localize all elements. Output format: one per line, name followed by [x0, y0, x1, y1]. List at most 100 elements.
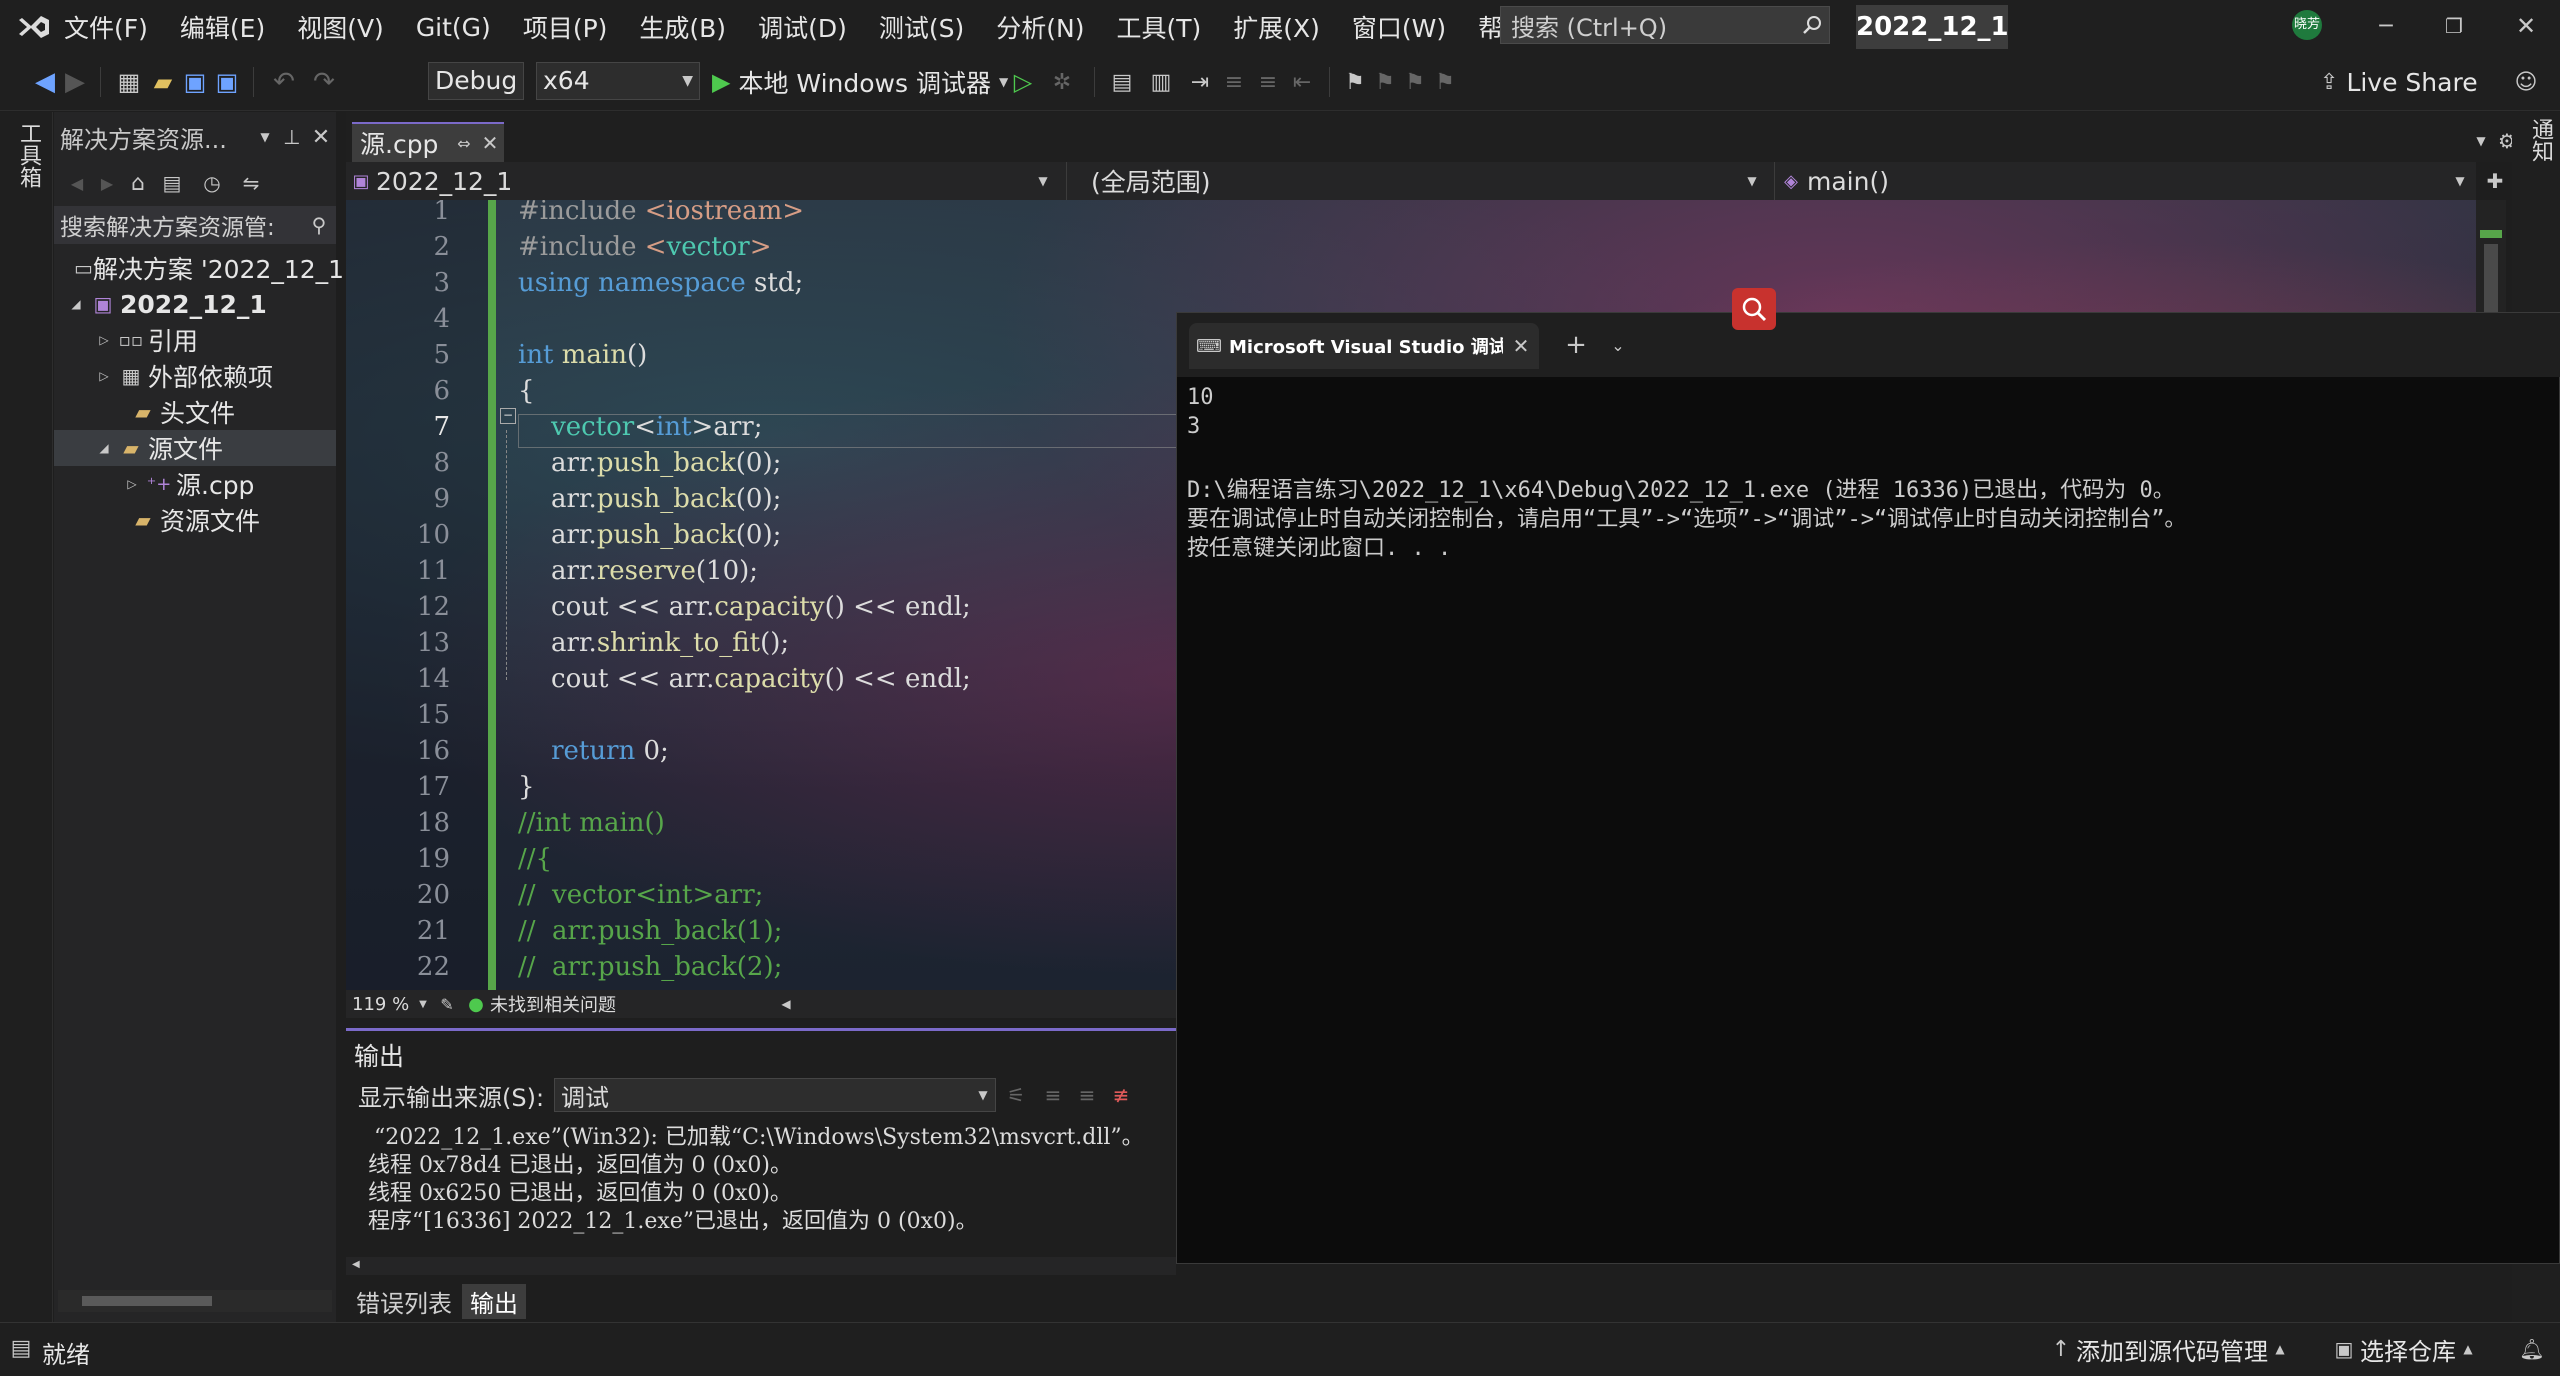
pin-icon[interactable]: ⊥: [278, 125, 306, 149]
chevron-down-icon[interactable]: ⌄: [1601, 327, 1635, 363]
tree-item-project[interactable]: ◢ ▣ 2022_12_1: [54, 286, 336, 322]
code-line[interactable]: #include <iostream>: [518, 200, 804, 226]
zoom-level[interactable]: 119 %: [352, 994, 414, 1015]
member-dropdown[interactable]: ◈ main() ▼: [1774, 162, 2475, 200]
collapsed-arrow-icon[interactable]: ▷: [94, 333, 114, 347]
save-icon[interactable]: ▣: [179, 68, 211, 96]
prev-message-icon[interactable]: ≡: [1036, 1083, 1070, 1107]
horizontal-scrollbar[interactable]: [58, 1290, 332, 1312]
live-share-button[interactable]: ⇪ Live Share: [2320, 62, 2478, 102]
layout-icon[interactable]: ▥: [1139, 70, 1183, 95]
expanded-arrow-icon[interactable]: ◢: [94, 441, 114, 455]
close-icon[interactable]: ✕: [2506, 8, 2546, 44]
console-tab[interactable]: ⌨ Microsoft Visual Studio 调试控 ✕: [1189, 323, 1539, 369]
issues-status[interactable]: 未找到相关问题: [490, 991, 616, 1017]
find-message-icon[interactable]: ⚟: [996, 1083, 1036, 1107]
code-line[interactable]: arr.push_back(0);: [518, 484, 781, 514]
back-icon[interactable]: ◀: [30, 67, 60, 97]
history-icon[interactable]: ◷: [190, 171, 234, 195]
sync-icon[interactable]: ⇋: [234, 171, 268, 195]
menu-edit[interactable]: 编辑(E): [180, 9, 265, 45]
clear-bookmarks-icon[interactable]: ⚑: [1430, 70, 1460, 95]
back-icon[interactable]: ◀: [62, 174, 92, 193]
solution-search-input[interactable]: 搜索解决方案资源管: ⚲: [54, 206, 336, 244]
code-line[interactable]: arr.push_back(0);: [518, 520, 781, 550]
code-line[interactable]: //int main(): [518, 808, 665, 838]
home-icon[interactable]: ⌂: [122, 171, 154, 196]
switch-views-icon[interactable]: ▤: [154, 171, 190, 195]
code-line[interactable]: //{: [518, 844, 552, 874]
scope-dropdown[interactable]: (全局范围) ▼: [1066, 162, 1767, 200]
step-icon[interactable]: ⇥: [1183, 70, 1217, 95]
scroll-left-icon[interactable]: ◀: [776, 997, 796, 1011]
forward-icon[interactable]: ▶: [92, 174, 122, 193]
menu-window[interactable]: 窗口(W): [1352, 9, 1446, 45]
prev-bookmark-icon[interactable]: ⚑: [1370, 70, 1400, 95]
code-line[interactable]: int main(): [518, 340, 647, 370]
menu-file[interactable]: 文件(F): [64, 9, 148, 45]
tree-item-solution[interactable]: ▭ 解决方案 '2022_12_1: [54, 250, 344, 286]
chevron-down-icon[interactable]: ▼: [414, 999, 432, 1010]
browse-icon[interactable]: ▤: [1105, 70, 1139, 95]
close-icon[interactable]: ✕: [476, 131, 504, 155]
forward-icon[interactable]: ▶: [60, 67, 90, 97]
code-line[interactable]: arr.reserve(10);: [518, 556, 758, 586]
user-avatar[interactable]: 晓芳: [2292, 10, 2322, 40]
next-message-icon[interactable]: ≡: [1070, 1083, 1104, 1107]
code-line[interactable]: vector<int>arr;: [518, 412, 762, 442]
notifications-tab[interactable]: 通知: [2524, 118, 2556, 162]
output-horizontal-scrollbar[interactable]: ◀: [346, 1257, 1176, 1275]
tree-item-header-files[interactable]: ▰ 头文件: [54, 394, 336, 430]
menu-test[interactable]: 测试(S): [879, 9, 964, 45]
tree-item-references[interactable]: ▷ ▫▫ 引用: [54, 322, 336, 358]
code-line[interactable]: arr.push_back(0);: [518, 448, 781, 478]
menu-project[interactable]: 项目(P): [523, 9, 608, 45]
tree-item-source-cpp[interactable]: ▷ ⁺+ 源.cpp: [54, 466, 336, 502]
platform-dropdown[interactable]: x64 ▼: [536, 62, 700, 100]
code-line[interactable]: // arr.push_back(1);: [518, 916, 782, 946]
code-line[interactable]: #include <vector>: [518, 232, 772, 262]
output-source-dropdown[interactable]: 调试 ▼: [554, 1078, 997, 1112]
code-line[interactable]: // vector<int>arr;: [518, 880, 763, 910]
menu-git[interactable]: Git(G): [416, 13, 491, 42]
code-line[interactable]: // arr.push_back(2);: [518, 952, 782, 982]
code-line[interactable]: return 0;: [518, 736, 669, 766]
indent-icon[interactable]: ⇤: [1285, 70, 1319, 95]
menu-build[interactable]: 生成(B): [639, 9, 726, 45]
undo-icon[interactable]: ↶: [264, 67, 304, 97]
scrollbar-thumb[interactable]: [82, 1296, 212, 1306]
project-dropdown[interactable]: ▣ 2022_12_1 ▼: [346, 162, 1058, 200]
visual-studio-logo-icon[interactable]: [14, 8, 54, 46]
floating-search-button[interactable]: [1732, 288, 1776, 330]
menu-extensions[interactable]: 扩展(X): [1233, 9, 1320, 45]
code-line[interactable]: arr.shrink_to_fit();: [518, 628, 789, 658]
save-all-icon[interactable]: ▣: [211, 68, 243, 96]
restore-icon[interactable]: ❐: [2434, 8, 2474, 44]
start-without-debug-icon[interactable]: ▷: [1006, 68, 1040, 96]
tree-item-resource-files[interactable]: ▰ 资源文件: [54, 502, 336, 538]
close-icon[interactable]: ✕: [306, 125, 336, 150]
tab-error-list[interactable]: 错误列表: [346, 1284, 462, 1319]
select-repo-button[interactable]: ▣ 选择仓库 ▲: [2328, 1333, 2480, 1366]
bookmark-icon[interactable]: ⚑: [1340, 70, 1370, 95]
toolbox-tab[interactable]: 工具箱: [12, 122, 44, 188]
menu-tools[interactable]: 工具(T): [1116, 9, 1201, 45]
chevron-down-icon[interactable]: ▼: [252, 130, 278, 144]
split-editor-icon[interactable]: ✚: [2480, 164, 2510, 198]
open-folder-icon[interactable]: ▰: [147, 68, 179, 96]
tab-source-cpp[interactable]: 源.cpp ⇔ ✕: [352, 122, 504, 162]
menu-view[interactable]: 视图(V): [297, 9, 384, 45]
minimize-icon[interactable]: ─: [2366, 8, 2406, 44]
code-line[interactable]: cout << arr.capacity() << endl;: [518, 664, 971, 694]
tree-item-external-deps[interactable]: ▷ ▦ 外部依赖项: [54, 358, 336, 394]
pin-icon[interactable]: ⇔: [452, 134, 476, 153]
scroll-left-icon[interactable]: ◀: [352, 1259, 360, 1270]
menu-analyze[interactable]: 分析(N): [996, 9, 1084, 45]
next-bookmark-icon[interactable]: ⚑: [1400, 70, 1430, 95]
code-line[interactable]: using namespace std;: [518, 268, 803, 298]
expanded-arrow-icon[interactable]: ◢: [66, 297, 86, 311]
notification-bell-icon[interactable]: 🔔︎: [2516, 1333, 2548, 1365]
start-debugging-button[interactable]: ▶ 本地 Windows 调试器 ▼: [712, 62, 1008, 102]
hot-reload-icon[interactable]: ✲: [1040, 70, 1084, 95]
collapsed-arrow-icon[interactable]: ▷: [94, 369, 114, 383]
